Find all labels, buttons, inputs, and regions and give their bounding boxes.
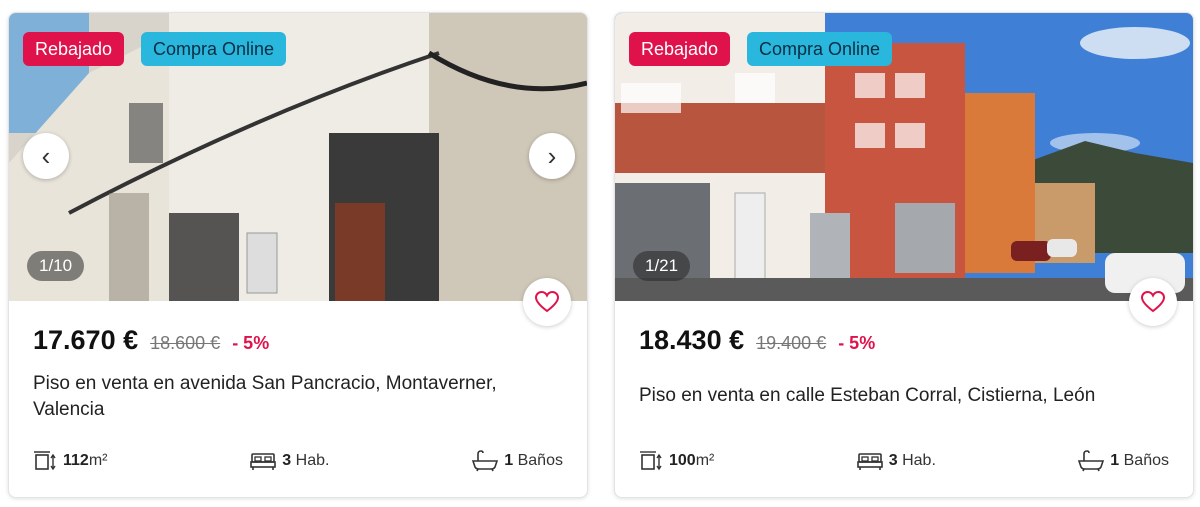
price-row: 17.670 € 18.600 € - 5% (33, 325, 269, 356)
listing-title[interactable]: Piso en venta en calle Esteban Corral, C… (639, 383, 1159, 409)
bathtub-icon (1078, 450, 1105, 472)
discount-percent: - 5% (838, 333, 876, 353)
price: 18.430 € (639, 325, 745, 355)
chevron-right-icon: › (547, 140, 557, 171)
area-unit: m² (88, 452, 108, 469)
listing-title[interactable]: Piso en venta en avenida San Pancracio, … (33, 371, 553, 423)
features-row: 100m² 3 Hab. 1 Baños (639, 449, 1169, 473)
area-icon (34, 451, 56, 471)
online-purchase-badge: Compra Online (141, 32, 287, 66)
listing-card[interactable]: Rebajado Compra Online ‹ › 1/10 17.670 €… (8, 12, 588, 498)
baths-unit: Baños (517, 452, 563, 469)
bed-icon (250, 453, 277, 470)
listing-card[interactable]: Rebajado Compra Online 1/21 18.430 € 19.… (614, 12, 1194, 498)
baths-unit: Baños (1123, 452, 1169, 469)
area-unit: m² (695, 452, 715, 469)
rooms-unit: Hab. (295, 452, 330, 469)
discounted-badge: Rebajado (629, 32, 731, 66)
rooms-feature: 3 Hab. (856, 451, 936, 471)
area-value: 100 (669, 452, 696, 469)
price: 17.670 € (33, 325, 139, 355)
area-feature: 112m² (33, 450, 107, 472)
baths-value: 1 (1110, 452, 1120, 469)
baths-value: 1 (504, 452, 514, 469)
favorite-button[interactable] (523, 278, 571, 326)
area-icon (640, 451, 662, 471)
chevron-left-icon: ‹ (41, 140, 51, 171)
next-photo-button[interactable]: › (529, 133, 575, 179)
area-value: 112 (63, 452, 89, 469)
rooms-value: 3 (282, 452, 292, 469)
bathtub-icon (472, 450, 499, 472)
favorite-button[interactable] (1129, 278, 1177, 326)
old-price: 19.400 € (756, 333, 827, 353)
rooms-unit: Hab. (902, 452, 936, 469)
heart-icon (535, 291, 559, 313)
photo-counter: 1/10 (27, 251, 85, 281)
baths-feature: 1 Baños (472, 450, 563, 472)
heart-icon (1141, 291, 1165, 313)
discounted-badge: Rebajado (23, 32, 125, 66)
previous-photo-button[interactable]: ‹ (23, 133, 69, 179)
old-price: 18.600 € (150, 333, 221, 353)
price-row: 18.430 € 19.400 € - 5% (639, 325, 875, 356)
discount-percent: - 5% (232, 333, 270, 353)
online-purchase-badge: Compra Online (747, 32, 893, 66)
rooms-value: 3 (888, 452, 898, 469)
photo-counter: 1/21 (633, 251, 691, 281)
rooms-feature: 3 Hab. (250, 451, 329, 471)
bed-icon (856, 453, 883, 470)
features-row: 112m² 3 Hab. 1 Baños (33, 449, 563, 473)
baths-feature: 1 Baños (1078, 450, 1169, 472)
area-feature: 100m² (639, 450, 714, 472)
